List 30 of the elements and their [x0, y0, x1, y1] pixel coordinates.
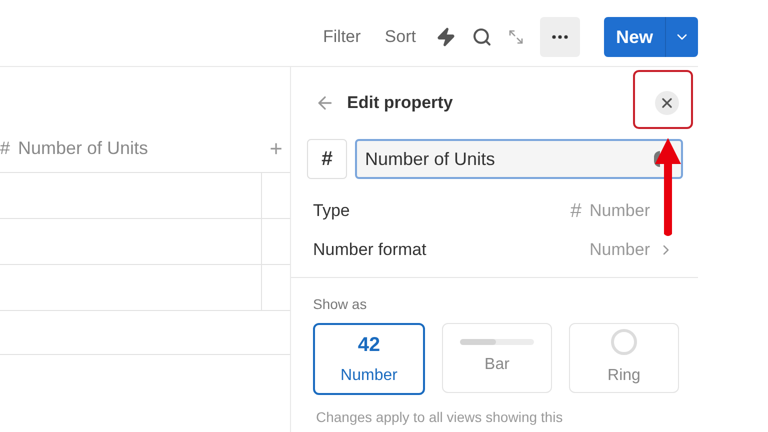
display-option[interactable]: Ring: [569, 323, 679, 393]
expand-icon[interactable]: [508, 29, 524, 45]
search-icon[interactable]: [472, 27, 492, 47]
icon-picker-button[interactable]: #: [307, 139, 347, 179]
ring-preview-icon: [610, 328, 638, 356]
help-text: Changes apply to all views showing this: [315, 408, 564, 427]
toolbar-button[interactable]: Sort: [380, 24, 420, 50]
property-row[interactable]: Number format Number: [291, 230, 698, 269]
section-label: Show as: [312, 295, 368, 314]
property-label: Type: [313, 200, 351, 222]
display-option[interactable]: Bar: [442, 323, 552, 393]
add-column-button[interactable]: +: [262, 132, 290, 165]
new-button[interactable]: New: [604, 17, 698, 57]
column-header[interactable]: # Number of Units: [0, 135, 262, 162]
panel-title: Edit property: [347, 92, 454, 114]
property-value: Number: [590, 200, 650, 222]
display-option[interactable]: 42 Number: [313, 323, 425, 395]
property-label: Number format: [313, 238, 428, 261]
toolbar-button[interactable]: Filter: [319, 24, 365, 50]
lightning-icon[interactable]: [436, 27, 456, 47]
number-preview: 42: [358, 333, 380, 358]
property-row[interactable]: Type # Number: [291, 191, 698, 230]
hash-icon: #: [570, 196, 582, 226]
property-name-field[interactable]: Number of Units: [355, 139, 683, 179]
close-button[interactable]: [655, 91, 679, 115]
new-label[interactable]: New: [604, 24, 665, 50]
more-icon: [552, 35, 568, 39]
bar-preview-icon: [460, 339, 534, 345]
close-icon: [659, 95, 675, 111]
property-value: Number: [590, 238, 650, 261]
